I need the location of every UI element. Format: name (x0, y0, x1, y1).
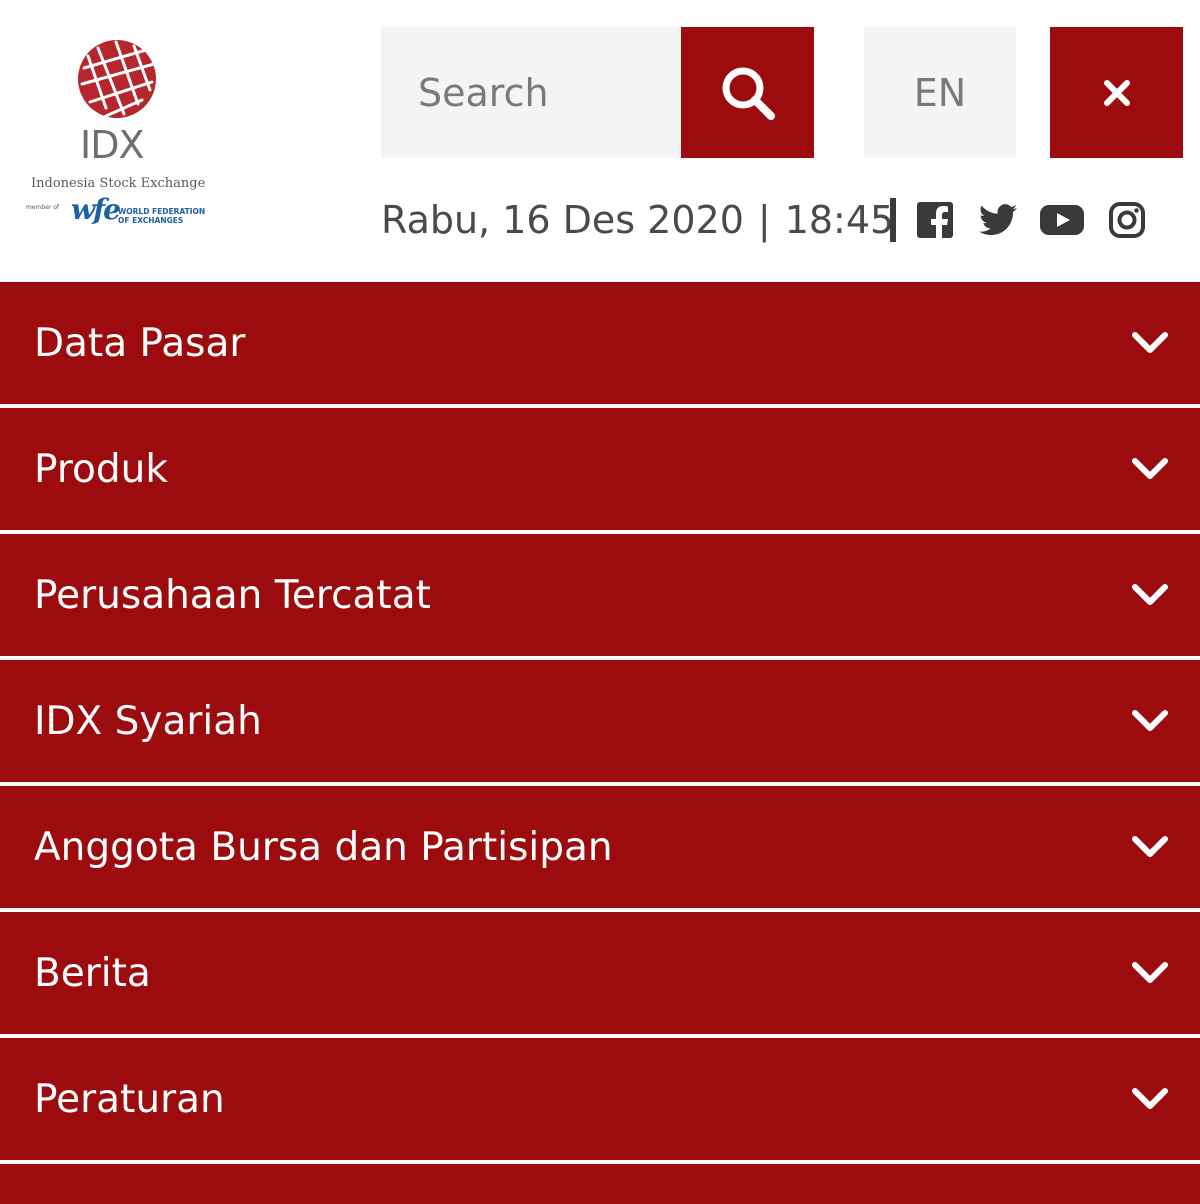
idx-logo-mark-icon (78, 40, 156, 118)
chevron-down-icon (1130, 827, 1170, 867)
date-time-display: Rabu, 16 Des 2020 | 18:45 (381, 194, 894, 246)
menu-item-label: Perusahaan Tercatat (34, 572, 431, 618)
menu-item-label: Berita (34, 950, 151, 996)
menu-item-peraturan[interactable]: Peraturan (0, 1038, 1200, 1160)
logo-idx-text: IDX (80, 123, 144, 167)
menu-item-label: Produk (34, 446, 168, 492)
close-icon (1103, 79, 1130, 106)
logo-member-text: member of (26, 204, 60, 211)
chevron-down-icon (1130, 953, 1170, 993)
current-date: Rabu, 16 Des 2020 (381, 198, 744, 242)
youtube-link[interactable] (1040, 198, 1084, 242)
close-menu-button[interactable] (1050, 27, 1183, 158)
menu-item-data-pasar[interactable]: Data Pasar (0, 282, 1200, 404)
facebook-icon (917, 202, 953, 239)
chevron-down-icon (1130, 449, 1170, 489)
menu-item-label: Data Pasar (34, 320, 246, 366)
menu-item-partial[interactable] (0, 1164, 1200, 1204)
logo-subtitle: Indonesia Stock Exchange (31, 176, 206, 191)
chevron-down-icon (1130, 1079, 1170, 1119)
wfe-logo-mark: wfe (71, 193, 121, 226)
date-time-separator: | (757, 198, 771, 242)
menu-item-label: Anggota Bursa dan Partisipan (34, 824, 613, 870)
language-button[interactable]: EN (864, 27, 1016, 158)
menu-item-idx-syariah[interactable]: IDX Syariah (0, 660, 1200, 782)
wfe-line-2: OF EXCHANGES (118, 216, 184, 225)
youtube-icon (1040, 205, 1084, 235)
instagram-icon (1109, 202, 1145, 238)
social-separator (890, 198, 896, 242)
instagram-link[interactable] (1105, 198, 1149, 242)
menu-item-label: IDX Syariah (34, 698, 262, 744)
chevron-down-icon (1130, 575, 1170, 615)
chevron-down-icon (1130, 701, 1170, 741)
site-header: IDX Indonesia Stock Exchange member of w… (0, 0, 1200, 282)
search-button[interactable] (681, 27, 814, 158)
main-menu: Data Pasar Produk Perusahaan Tercatat ID… (0, 282, 1200, 1204)
menu-item-anggota-bursa[interactable]: Anggota Bursa dan Partisipan (0, 786, 1200, 908)
twitter-link[interactable] (976, 198, 1020, 242)
facebook-link[interactable] (913, 198, 957, 242)
search-input[interactable] (381, 27, 681, 158)
menu-item-label: Peraturan (34, 1076, 225, 1122)
idx-logo[interactable]: IDX Indonesia Stock Exchange member of w… (22, 38, 222, 238)
wfe-line-1: WORLD FEDERATION (118, 207, 206, 216)
search-icon (722, 67, 775, 120)
menu-item-berita[interactable]: Berita (0, 912, 1200, 1034)
current-time: 18:45 (784, 198, 895, 242)
menu-item-perusahaan-tercatat[interactable]: Perusahaan Tercatat (0, 534, 1200, 656)
wfe-logo-text: WORLD FEDERATION OF EXCHANGES (118, 207, 205, 225)
twitter-icon (979, 204, 1017, 236)
search-box (381, 27, 681, 158)
chevron-down-icon (1130, 323, 1170, 363)
menu-item-produk[interactable]: Produk (0, 408, 1200, 530)
